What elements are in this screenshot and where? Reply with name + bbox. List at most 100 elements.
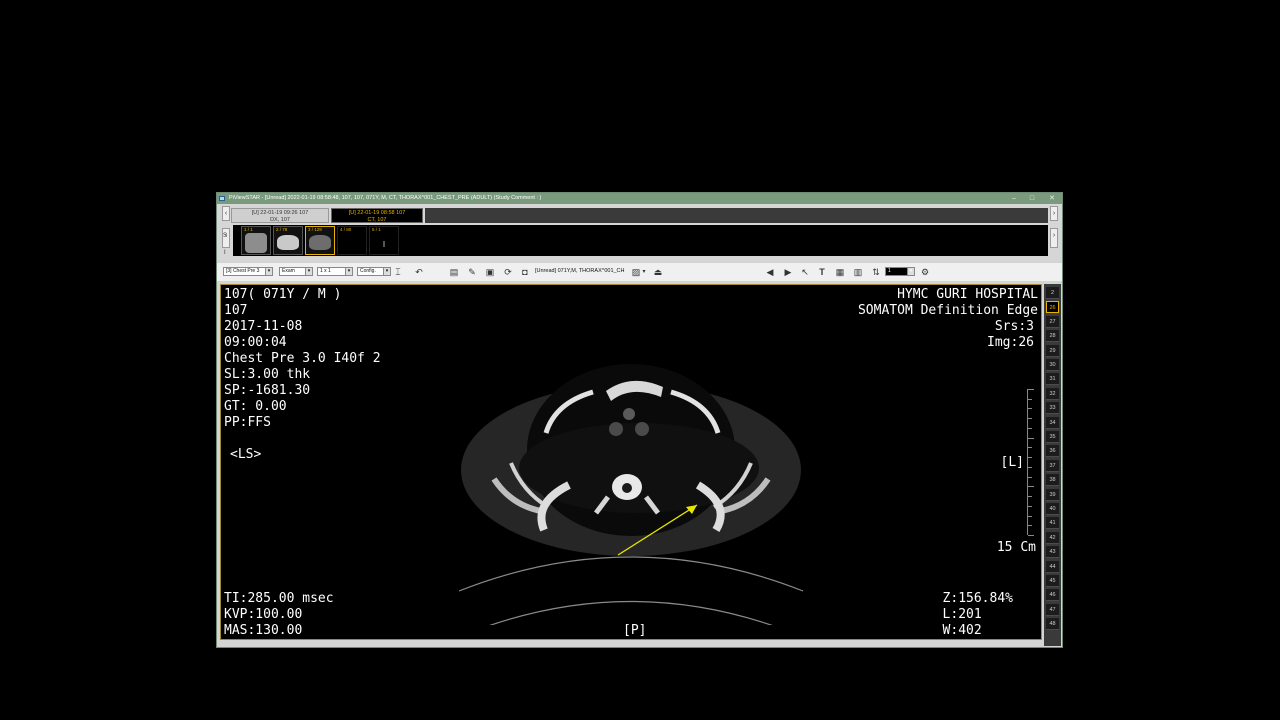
- tab-prev-button[interactable]: ‹: [222, 206, 230, 221]
- slice-button[interactable]: 44: [1046, 560, 1059, 573]
- settings-icon[interactable]: ⚙: [920, 267, 930, 277]
- viewer-window: PiViewSTAR - [Unread] 2022-01-19 08:58:4…: [216, 192, 1063, 648]
- save-icon[interactable]: ▣: [485, 267, 495, 277]
- toolbar: [3] Chest Pre 3 ▾ Exam ▾ 1 x 1 ▾ Config. ▾ ⌶…: [217, 263, 1062, 281]
- slice-button[interactable]: 29: [1046, 344, 1059, 357]
- slice-button[interactable]: 47: [1046, 603, 1059, 616]
- slice-button[interactable]: 48: [1046, 618, 1059, 631]
- tab-study-ct[interactable]: [U] 22-01-19 08:58 107 CT, 107: [331, 208, 423, 223]
- patient-position: PP:FFS: [224, 415, 271, 430]
- report-icon[interactable]: ▤: [449, 267, 459, 277]
- slice-button[interactable]: 45: [1046, 575, 1059, 587]
- sync-icon[interactable]: ⇅: [871, 267, 881, 277]
- scale-tick: [1028, 466, 1032, 468]
- slice-button[interactable]: 28: [1046, 330, 1059, 343]
- zoom-level: Z:156.84%: [942, 591, 1013, 606]
- image-viewport[interactable]: 107( 071Y / M ) 107 2017-11-08 09:00:04 …: [220, 284, 1042, 640]
- frame-select-value: 1: [888, 268, 891, 274]
- slice-button[interactable]: 43: [1046, 546, 1059, 559]
- edit-icon[interactable]: ✎: [467, 267, 477, 277]
- frame-select[interactable]: 1 ▾: [885, 267, 915, 276]
- hospital-name: HYMC GURI HOSPITAL: [897, 287, 1038, 302]
- series-thumbnail[interactable]: 1 / 1: [241, 226, 271, 255]
- series-select[interactable]: [3] Chest Pre 3 ▾: [223, 267, 273, 276]
- slice-button[interactable]: 42: [1046, 531, 1059, 544]
- tile-layout-icon[interactable]: ▥: [853, 267, 863, 277]
- slice-button[interactable]: 41: [1046, 517, 1059, 530]
- previous-series-icon[interactable]: ◀: [765, 267, 775, 277]
- chevron-down-icon[interactable]: ▾: [639, 267, 649, 277]
- scale-tick: [1028, 408, 1032, 410]
- chevron-down-icon: ▾: [305, 268, 312, 275]
- trachea: [623, 408, 635, 420]
- window-level: L:201: [942, 607, 982, 622]
- scale-tick: [1028, 398, 1032, 400]
- slice-button[interactable]: 40: [1046, 503, 1059, 515]
- text-tool-icon[interactable]: T: [817, 267, 827, 277]
- orientation-marker-p: [P]: [623, 623, 647, 638]
- overlay-bottom-right: Z:156.84% L:201 W:402: [943, 591, 1013, 639]
- pointer-icon[interactable]: ↖: [800, 267, 810, 277]
- series-thumbnail[interactable]: 4 / 80: [337, 226, 367, 255]
- next-series-icon[interactable]: ▶: [783, 267, 793, 277]
- scale-tick: [1028, 427, 1032, 429]
- close-icon[interactable]: ✕: [1045, 193, 1059, 204]
- ct-image: [458, 364, 804, 625]
- slice-button[interactable]: 36: [1046, 445, 1059, 458]
- slice-button[interactable]: 34: [1046, 416, 1059, 429]
- scale-tick: [1028, 389, 1034, 390]
- camera-icon[interactable]: ◘: [520, 267, 530, 277]
- patient-id-age-sex: 107( 071Y / M ): [224, 287, 342, 302]
- layout-select[interactable]: 1 x 1 ▾: [317, 267, 353, 276]
- thumb-image: [309, 235, 331, 250]
- pin-icon[interactable]: ⌶: [393, 267, 403, 277]
- series-thumbnail[interactable]: 3 / 129: [305, 226, 335, 255]
- scale-tick: [1028, 437, 1034, 439]
- slice-button[interactable]: 30: [1046, 359, 1059, 371]
- config-select[interactable]: Config. ▾: [357, 267, 391, 276]
- slice-button[interactable]: 35: [1046, 431, 1059, 443]
- window-title: PiViewSTAR - [Unread] 2022-01-19 08:58:4…: [229, 195, 542, 201]
- slice-button[interactable]: 46: [1046, 589, 1059, 602]
- image-number: Img:26: [987, 335, 1034, 350]
- tab-next-button[interactable]: ›: [1050, 206, 1058, 221]
- slice-button[interactable]: 37: [1046, 459, 1059, 472]
- slice-button[interactable]: 38: [1046, 474, 1059, 487]
- scale-bar: [1027, 389, 1034, 536]
- thumb-image: [383, 241, 385, 247]
- maximize-icon[interactable]: □: [1025, 193, 1039, 204]
- series-thumbnail[interactable]: 2 / 78: [273, 226, 303, 255]
- slice-button[interactable]: 31: [1046, 373, 1059, 386]
- series-number: Srs:3: [994, 319, 1034, 334]
- scale-tick: [1028, 535, 1034, 536]
- side-label-bottom: I: [224, 250, 226, 256]
- tab-study-dx[interactable]: [U] 22-01-19 09:26 107 DX, 107: [231, 208, 329, 223]
- exam-select[interactable]: Exam ▾: [279, 267, 313, 276]
- study-time: 09:00:04: [224, 335, 287, 350]
- slice-button[interactable]: 39: [1046, 488, 1059, 501]
- refresh-icon[interactable]: ⟳: [503, 267, 513, 277]
- slice-button[interactable]: 2: [1046, 287, 1059, 299]
- side-label-top: S: [223, 233, 228, 239]
- title-bar[interactable]: PiViewSTAR - [Unread] 2022-01-19 08:58:4…: [217, 193, 1062, 204]
- eject-icon[interactable]: ⏏: [653, 267, 663, 277]
- patient-id: 107: [224, 303, 248, 318]
- grid-layout-icon[interactable]: ▦: [835, 267, 845, 277]
- slice-button[interactable]: 32: [1046, 387, 1059, 400]
- slice-button[interactable]: 27: [1046, 315, 1059, 328]
- minimize-icon[interactable]: –: [1007, 193, 1021, 204]
- series-thumbnail[interactable]: 5 / 1: [369, 226, 399, 255]
- undo-icon[interactable]: ↶: [414, 267, 424, 277]
- study-label: [Unread] 071Y,M, THORAX^001_CH: [535, 268, 625, 274]
- window-width: W:402: [942, 623, 982, 638]
- slice-button[interactable]: 26: [1046, 301, 1059, 314]
- table-arc: [458, 556, 804, 592]
- thumb-next-button[interactable]: ›: [1050, 228, 1058, 248]
- gantry-tilt: GT: 0.00: [224, 399, 287, 414]
- slice-button[interactable]: 33: [1046, 402, 1059, 415]
- thumb-label: 3 / 129: [308, 227, 322, 232]
- slice-navigator: 2 26 27 28 29 30 31 32 33 34 35 36 37 38 39 40 41 42 43 44 4…: [1044, 284, 1061, 646]
- scanner-model: SOMATOM Definition Edge: [857, 303, 1038, 318]
- inversion-time: TI:285.00 msec: [224, 591, 334, 606]
- kvp: KVP:100.00: [224, 607, 303, 622]
